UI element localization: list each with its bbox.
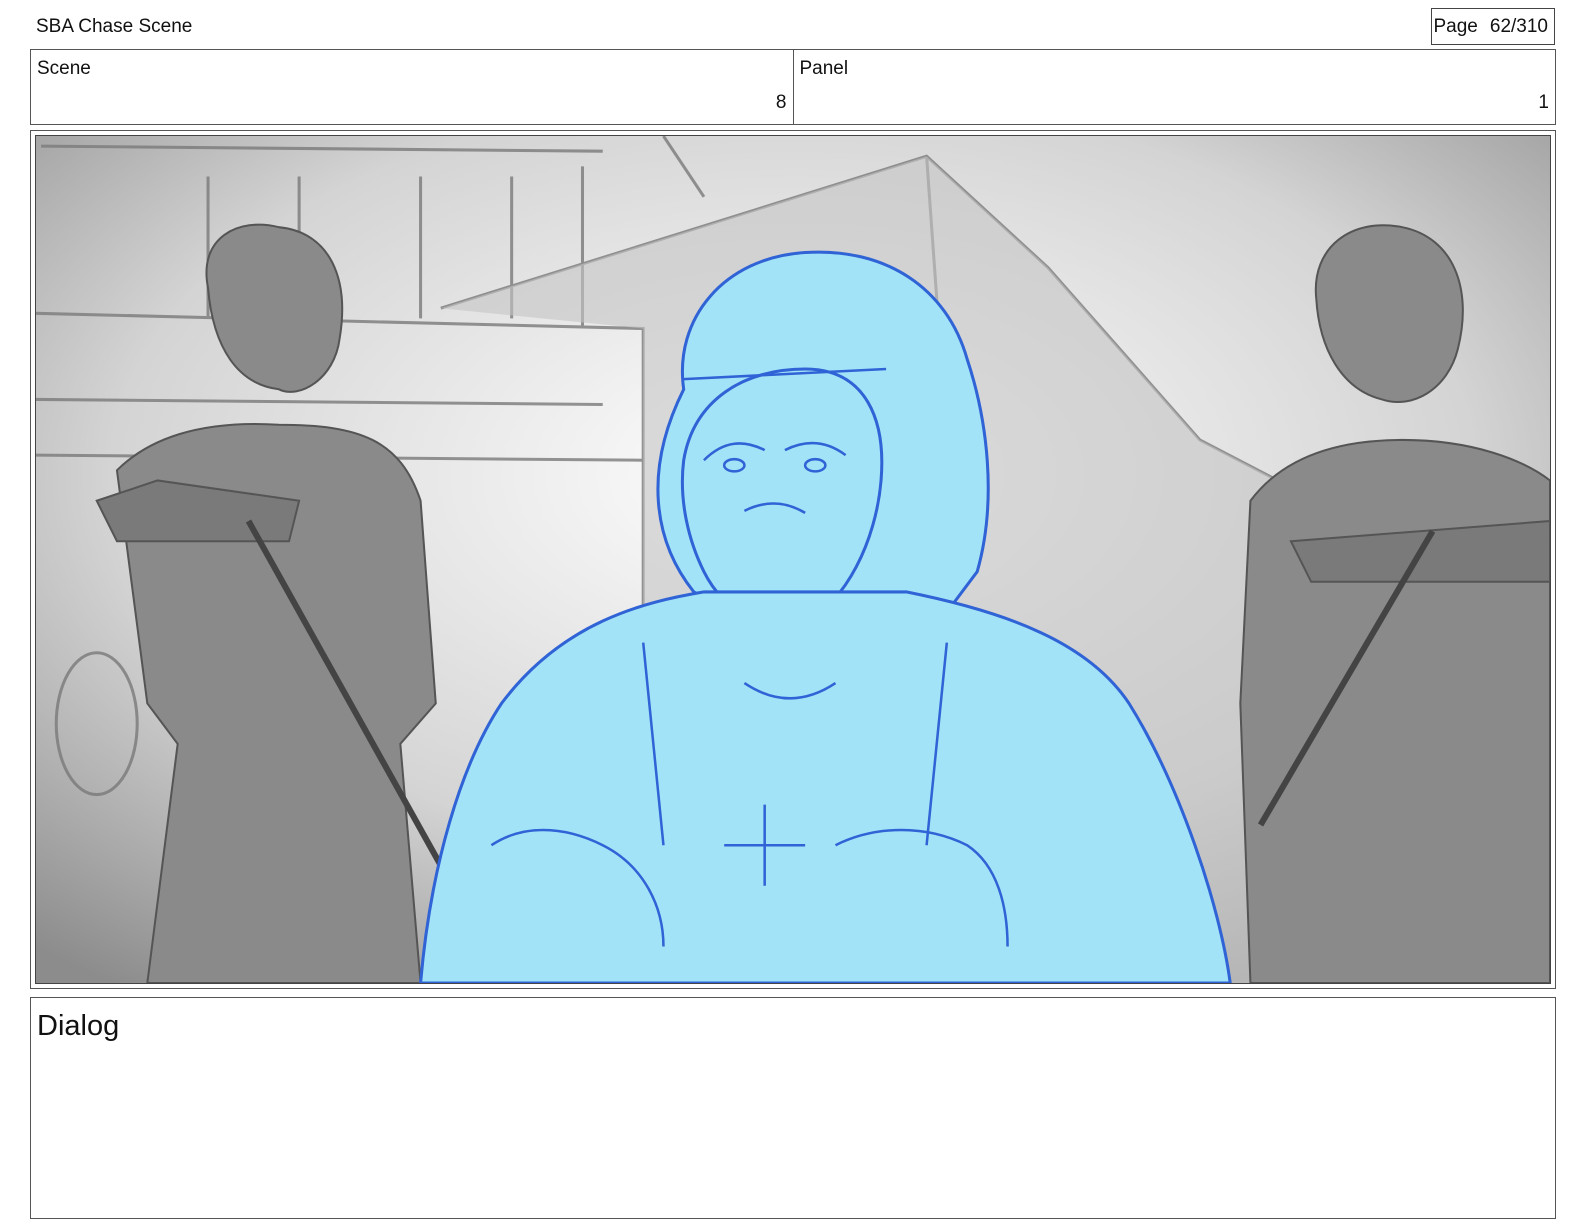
panel-cell: Panel 1 [792,50,1556,124]
dialog-box: Dialog [30,997,1556,1219]
scene-cell: Scene 8 [31,50,793,124]
panel-value: 1 [1538,92,1549,113]
scene-panel-row: Scene 8 Panel 1 [30,49,1556,125]
scene-label: Scene [37,58,91,79]
panel-label: Panel [799,58,849,79]
page-indicator: Page 62/310 [1431,8,1555,45]
scene-value: 8 [775,92,787,113]
sketch-illustration [36,136,1550,983]
page-label: Page [1433,15,1478,37]
storyboard-frame [30,130,1556,989]
page-number: 62/310 [1489,15,1548,37]
storyboard-drawing [35,135,1551,984]
project-title: SBA Chase Scene [36,16,193,37]
dialog-label: Dialog [37,1010,120,1042]
